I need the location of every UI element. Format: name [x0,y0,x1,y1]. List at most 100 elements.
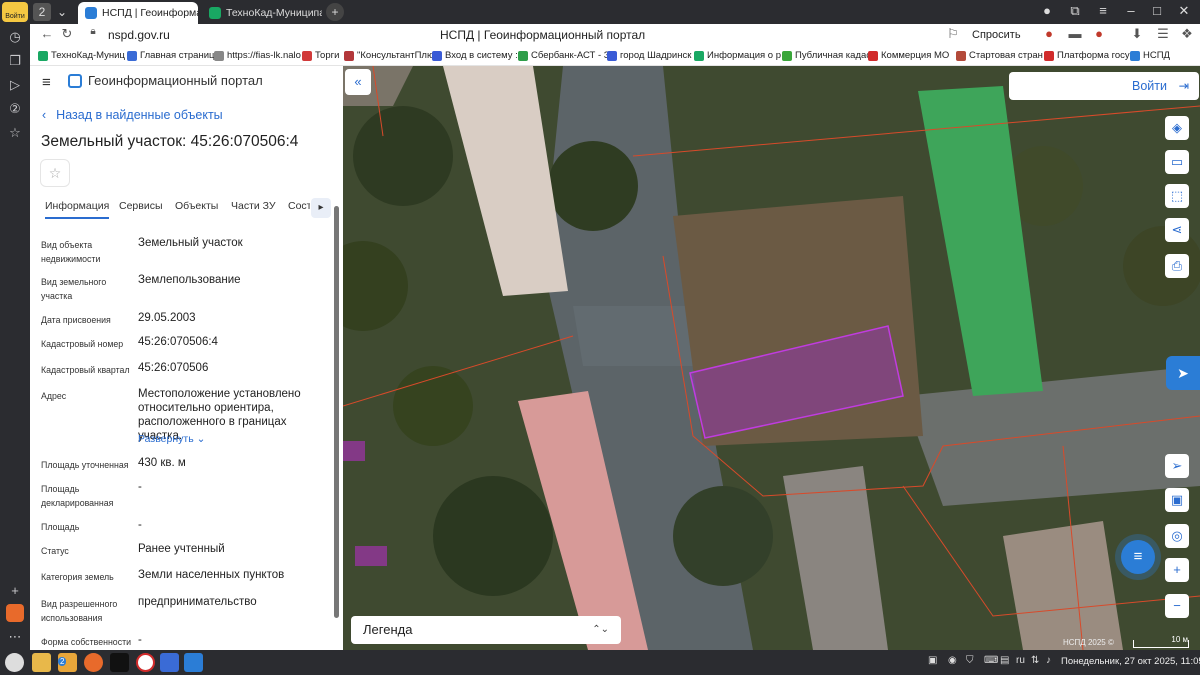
tab-objects[interactable]: Объекты [175,200,218,212]
tab-counter[interactable]: 2 [33,3,51,21]
address-bar: ← ↻ 🔒︎ nspd.gov.ru НСПД | Геоинформацион… [30,24,1200,46]
bookmark-item[interactable]: Сбербанк-АСТ - З [518,49,610,63]
url-field[interactable]: nspd.gov.ru [108,26,170,44]
collections-icon[interactable]: ☰ [1154,26,1172,42]
extension-icon[interactable]: ▬ [1066,26,1084,41]
star-icon[interactable]: ☆ [6,124,24,142]
star-icon: ☆ [48,165,62,181]
map-view[interactable]: « Войти ⇥ ◈ ▭ ⬚ ⋖ ⎙ ➤ ➢ ▣ ◎ + − ≡ Легенда… [343,66,1200,650]
print-icon: ⎙ [1171,258,1183,273]
layers-button[interactable]: ◈ [1165,116,1189,140]
bookmark-item[interactable]: город Шадринск [607,49,691,63]
volume-icon[interactable]: ♪ [1046,655,1051,666]
bookmark-item[interactable]: НСПД [1130,49,1170,63]
search-location-button[interactable]: ◎ [1165,524,1189,548]
add-icon[interactable]: + [6,582,24,600]
tab-services[interactable]: Сервисы [119,200,163,212]
shield-icon[interactable]: ⛉ [966,655,974,666]
taskbar: 2 ▣ ◉ ⛉ ⌨ ▤ ru ⇅ ♪ Понедельник, 27 окт 2… [0,650,1200,675]
firefox-icon[interactable] [84,653,103,672]
bookmark-item[interactable]: Стартовая стран [956,49,1043,63]
zoom-out-button[interactable]: − [1165,594,1189,618]
print-button[interactable]: ⎙ [1165,254,1189,278]
basemap-button[interactable]: ▣ [1165,488,1189,512]
bookmark-item[interactable]: Вход в систему :: [432,49,520,63]
terminal-icon[interactable] [110,653,129,672]
property-key: Статус [41,546,69,556]
bookmark-item[interactable]: https://fias-lk.nalo [214,49,301,63]
legend-dropdown[interactable]: Легенда ⌃⌄ [351,616,621,644]
tab-parts[interactable]: Части ЗУ [231,200,276,212]
new-tab-icon[interactable]: + [326,3,344,21]
login-arrow-icon: ⇥ [1178,79,1189,93]
ask-button[interactable]: Спросить [972,26,1021,44]
double-chevron-left-icon: « [354,74,362,89]
locate-button[interactable]: ➢ [1165,454,1189,478]
keyboard-icon[interactable]: ⌨ [984,655,998,666]
tray-sync-icon[interactable]: ◉ [948,655,957,666]
network-icon[interactable]: ⇅ [1031,655,1039,666]
folder-icon[interactable]: 2 [58,653,77,672]
more-icon[interactable]: ⋯ [6,628,24,646]
language-indicator[interactable]: ru [1016,655,1025,666]
notes-icon[interactable] [184,653,203,672]
app-icon[interactable] [6,604,24,622]
map-login-button[interactable]: Войти ⇥ [1009,72,1199,100]
tab-nspd[interactable]: НСПД | Геоинформацион [78,2,198,24]
layers-icon[interactable]: ❐ [6,52,24,70]
tab-information[interactable]: Информация [45,200,110,219]
start-menu-icon[interactable] [5,653,24,672]
side-widget-button[interactable]: ➤ [1166,356,1200,390]
share-button[interactable]: ⋖ [1165,218,1189,242]
clock-icon[interactable]: ◷ [6,28,24,46]
chat-button[interactable]: ≡ [1121,540,1155,574]
back-to-results-link[interactable]: ‹ Назад в найденные объекты [42,108,223,122]
tab-composition[interactable]: Состав [288,200,310,212]
collapse-panel-button[interactable]: « [345,69,371,95]
extension-icon[interactable]: ● [1090,26,1108,41]
bookmark-item[interactable]: Публичная кадас [782,49,871,63]
maximize-icon[interactable]: □ [1148,3,1166,18]
downloads-icon[interactable]: ⬇ [1128,26,1146,42]
bookmark-item[interactable]: Платформа госу [1044,49,1130,63]
bookmark-item[interactable]: Торги [302,49,339,63]
tabs-scroll-right-icon[interactable]: ▸ [311,198,331,218]
zoom-in-button[interactable]: + [1165,558,1189,582]
expand-address-link[interactable]: Развернуть ⌄ [138,432,328,446]
bookmark-item[interactable]: "КонсультантПлю [344,49,434,63]
chevron-down-icon[interactable]: ⌄ [55,3,69,21]
extension-icon[interactable]: ● [1040,26,1058,41]
bookmark-item[interactable]: Информация о р [694,49,781,63]
menu-icon[interactable]: ≡ [1094,3,1112,18]
select-area-button[interactable]: ⬚ [1165,184,1189,208]
back-icon[interactable]: ← [38,26,56,41]
back-link-label: Назад в найденные объекты [56,108,223,122]
minimize-icon[interactable]: – [1122,3,1140,18]
property-key: Вид земельного участка [41,277,107,301]
ruler-button[interactable]: ▭ [1165,150,1189,174]
object-info-panel: ≡ Геоинформационный портал ‹ Назад в найд… [30,66,343,650]
tab-tehnokad[interactable]: ТехноКад-Муниципалите [202,2,322,24]
play-icon[interactable]: ▷ [6,76,24,94]
hamburger-menu-icon[interactable]: ≡ [42,74,56,91]
panel-scrollbar[interactable] [334,206,339,618]
tray-app-icon[interactable]: ▣ [928,655,937,666]
clipboard-icon[interactable]: ▤ [1000,655,1009,666]
property-key: Площадь [41,522,80,532]
system-clock[interactable]: Понедельник, 27 окт 2025, 11:05 [1061,656,1200,667]
refresh-icon[interactable]: ↻ [58,26,76,42]
favorite-button[interactable]: ☆ [40,159,70,187]
files-icon[interactable] [32,653,51,672]
counter-icon[interactable]: ② [6,100,24,118]
bookmark-icon[interactable]: ⚐ [944,26,962,42]
extensions-icon[interactable]: ❖ [1178,26,1196,42]
bookmark-manager-icon[interactable]: ⧉ [1066,3,1084,19]
bookmark-item[interactable]: Главная страниц [127,49,214,63]
profile-icon[interactable]: ● [1038,3,1056,18]
mail-icon[interactable] [160,653,179,672]
bookmark-item[interactable]: Коммерция МО [868,49,949,63]
bookmark-item[interactable]: ТехноКад-Муниц [38,49,125,63]
yandex-browser-icon[interactable] [136,653,155,672]
close-icon[interactable]: ✕ [1175,3,1193,19]
login-widget[interactable]: Войти [2,2,28,22]
